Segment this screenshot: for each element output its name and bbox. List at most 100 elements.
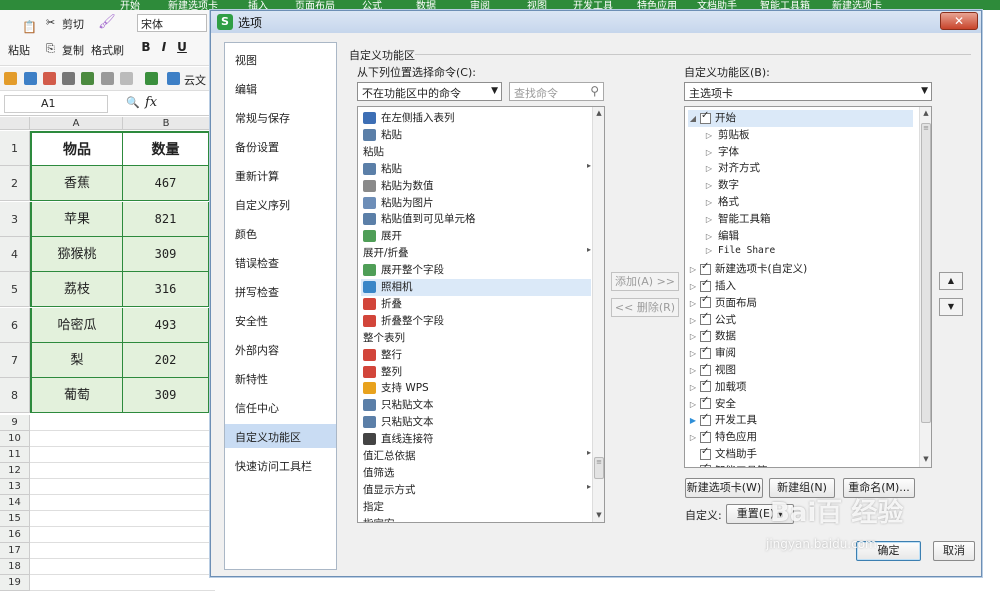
- fx-icon[interactable]: fx: [145, 95, 157, 110]
- table-cell[interactable]: 202: [123, 343, 210, 378]
- row-header[interactable]: 1: [0, 131, 30, 166]
- expand-icon[interactable]: ▷: [688, 433, 698, 442]
- checkbox[interactable]: [700, 311, 711, 326]
- new-tab-button[interactable]: 新建选项卡(W): [685, 478, 763, 498]
- tree-item[interactable]: ▷ 视图: [688, 362, 913, 379]
- customize-ribbon-select[interactable]: 主选项卡 ▼: [684, 82, 932, 101]
- command-list-scrollbar[interactable]: ▲ ≡ ▼: [592, 107, 604, 522]
- row-header[interactable]: 11: [0, 447, 30, 463]
- checkbox[interactable]: [700, 429, 711, 443]
- tree-item[interactable]: ◢ 开始: [688, 110, 913, 127]
- command-item[interactable]: 值汇总依据 ▸: [361, 448, 591, 465]
- row-header[interactable]: 10: [0, 431, 30, 447]
- expand-icon[interactable]: ▷: [704, 232, 714, 241]
- tree-item[interactable]: ▷ 特色应用: [688, 429, 913, 446]
- checkbox[interactable]: [700, 261, 711, 275]
- row-header[interactable]: 17: [0, 543, 30, 559]
- table-cell[interactable]: 316: [123, 272, 210, 307]
- underline-button[interactable]: U: [175, 40, 189, 56]
- print-icon[interactable]: [62, 72, 75, 85]
- table-cell[interactable]: 香蕉: [30, 166, 123, 201]
- table-cell[interactable]: 哈密瓜: [30, 308, 123, 343]
- undo-icon[interactable]: [101, 72, 114, 85]
- dialog-titlebar[interactable]: S 选项 ✕: [211, 11, 981, 33]
- name-box[interactable]: A1: [4, 95, 108, 113]
- expand-icon[interactable]: ▷: [688, 349, 698, 358]
- row-header[interactable]: 4: [0, 237, 30, 272]
- expand-icon[interactable]: ▷: [704, 181, 714, 190]
- row-header[interactable]: 9: [0, 415, 30, 431]
- row-header[interactable]: 7: [0, 343, 30, 378]
- command-item[interactable]: 折叠: [361, 296, 591, 313]
- checkbox[interactable]: [700, 378, 711, 393]
- command-item[interactable]: 在左侧插入表列: [361, 110, 591, 127]
- expand-icon[interactable]: ▷: [704, 198, 714, 207]
- table-cell[interactable]: 309: [123, 237, 210, 272]
- row-header[interactable]: 3: [0, 202, 30, 237]
- tree-item[interactable]: ▶ 开发工具: [688, 412, 913, 429]
- expand-icon[interactable]: ▷: [704, 131, 714, 140]
- paste-button[interactable]: 粘贴: [8, 42, 30, 58]
- nav-item[interactable]: 安全性: [225, 308, 336, 332]
- nav-item[interactable]: 自定义功能区: [225, 424, 336, 448]
- table-cell[interactable]: 猕猴桃: [30, 237, 123, 272]
- scroll-down-icon[interactable]: ▼: [920, 453, 931, 466]
- new-group-button[interactable]: 新建组(N): [769, 478, 835, 498]
- expand-icon[interactable]: ▷: [688, 316, 698, 325]
- tree-item[interactable]: ▷ 页面布局: [688, 294, 913, 312]
- checkbox[interactable]: [700, 294, 711, 309]
- reset-button[interactable]: 重置(E) ▾: [726, 504, 794, 524]
- ribbon-tree-scrollbar[interactable]: ▲ ≡ ▼: [919, 107, 931, 467]
- command-item[interactable]: 整个表列: [361, 330, 591, 347]
- row-header[interactable]: 19: [0, 575, 30, 591]
- row-header[interactable]: 8: [0, 378, 30, 413]
- nav-item[interactable]: 新特性: [225, 366, 336, 390]
- expand-icon[interactable]: ▷: [704, 148, 714, 157]
- row-header[interactable]: 6: [0, 308, 30, 343]
- row-header[interactable]: 18: [0, 559, 30, 575]
- command-item[interactable]: 折叠整个字段: [361, 313, 591, 330]
- column-header-b[interactable]: B: [123, 117, 210, 130]
- tree-item[interactable]: ▷ 数字: [688, 177, 913, 194]
- nav-item[interactable]: 重新计算: [225, 163, 336, 187]
- scroll-thumb[interactable]: ≡: [921, 123, 931, 423]
- checkbox[interactable]: [700, 395, 711, 410]
- command-item[interactable]: 展开: [361, 228, 591, 245]
- row-header[interactable]: 16: [0, 527, 30, 543]
- command-item[interactable]: 只粘贴文本: [361, 397, 591, 414]
- expand-icon[interactable]: ▷: [688, 332, 698, 341]
- nav-item[interactable]: 视图: [225, 47, 336, 71]
- open-icon[interactable]: [4, 72, 17, 85]
- scroll-up-icon[interactable]: ▲: [920, 107, 931, 120]
- checkbox[interactable]: [700, 412, 711, 426]
- tree-item[interactable]: ▷ 公式: [688, 311, 913, 329]
- expand-icon[interactable]: ▷: [688, 366, 698, 375]
- save-icon[interactable]: [24, 72, 37, 85]
- expand-icon[interactable]: ▷: [688, 383, 698, 392]
- nav-item[interactable]: 快速访问工具栏: [225, 453, 336, 477]
- font-name-box[interactable]: 宋体: [137, 14, 207, 32]
- tree-item[interactable]: ▷ 格式: [688, 194, 913, 211]
- row-header[interactable]: 15: [0, 511, 30, 527]
- table-cell[interactable]: 葡萄: [30, 378, 123, 413]
- nav-item[interactable]: 备份设置: [225, 134, 336, 158]
- table-cell[interactable]: 荔枝: [30, 272, 123, 307]
- zoom-icon[interactable]: 🔍: [126, 96, 140, 109]
- expand-icon[interactable]: ▶: [688, 416, 698, 425]
- ok-button[interactable]: 确定: [856, 541, 921, 561]
- nav-item[interactable]: 颜色: [225, 221, 336, 245]
- command-item[interactable]: 只粘贴文本: [361, 414, 591, 431]
- command-item[interactable]: 直线连接符: [361, 431, 591, 448]
- tree-item[interactable]: 智能工具箱: [688, 462, 913, 467]
- checkbox[interactable]: [700, 362, 711, 376]
- cloud-doc-label[interactable]: 云文: [184, 72, 206, 88]
- expand-icon[interactable]: ▷: [688, 282, 698, 291]
- command-item[interactable]: 整列: [361, 364, 591, 381]
- dropdown-icon[interactable]: [145, 72, 158, 85]
- ribbon-tree[interactable]: 智能工具箱文档助手▷特色应用▶开发工具▷安全▷加载项▷视图▷审阅▷数据▷公式▷页…: [684, 106, 932, 468]
- choose-from-select[interactable]: 不在功能区中的命令 ▼: [357, 82, 502, 101]
- format-painter-button[interactable]: 格式刷: [91, 42, 124, 58]
- print-preview-icon[interactable]: [81, 72, 94, 85]
- column-header-a[interactable]: A: [30, 117, 123, 130]
- add-button[interactable]: 添加(A) >>: [611, 272, 679, 291]
